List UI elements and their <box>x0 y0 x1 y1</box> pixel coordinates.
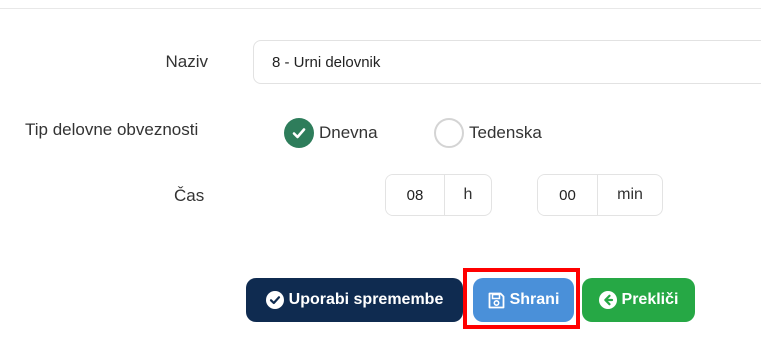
hours-group: h <box>385 174 492 216</box>
check-icon <box>284 118 314 148</box>
name-input[interactable] <box>253 40 761 84</box>
apply-changes-button[interactable]: Uporabi spremembe <box>246 278 463 322</box>
apply-changes-label: Uporabi spremembe <box>288 291 444 308</box>
radio-empty-icon <box>434 118 464 148</box>
save-label: Shrani <box>509 291 560 308</box>
hours-input[interactable] <box>386 175 444 215</box>
settings-form-page: Naziv Tip delovne obveznosti Dnevna Tede… <box>0 0 761 360</box>
minutes-unit: min <box>597 175 662 215</box>
radio-dnevna-label: Dnevna <box>319 123 378 142</box>
radio-tedenska-label: Tedenska <box>469 123 542 142</box>
name-label: Naziv <box>165 52 208 71</box>
time-label: Čas <box>174 186 205 205</box>
cancel-button[interactable]: Prekliči <box>582 278 695 322</box>
minutes-group: min <box>537 174 663 216</box>
arrow-left-circle-icon <box>598 291 617 309</box>
save-button[interactable]: Shrani <box>473 278 574 322</box>
check-circle-icon <box>265 291 284 309</box>
radio-tedenska[interactable]: Tedenska <box>434 118 542 148</box>
top-divider <box>0 8 761 9</box>
type-label: Tip delovne obveznosti <box>25 120 199 139</box>
cancel-label: Prekliči <box>621 291 679 308</box>
floppy-disk-icon <box>488 292 505 309</box>
minutes-input[interactable] <box>538 175 597 215</box>
radio-dnevna[interactable]: Dnevna <box>284 118 378 148</box>
hours-unit: h <box>444 175 491 215</box>
